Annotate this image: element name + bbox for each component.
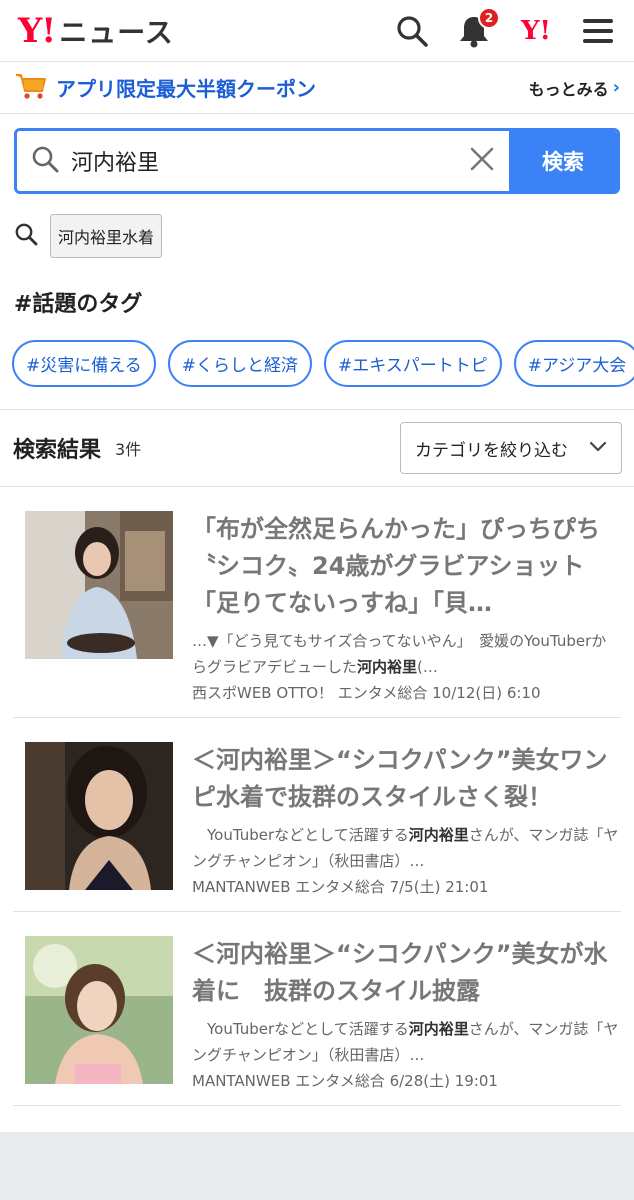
- search-box: 検索: [14, 128, 620, 194]
- article-item[interactable]: ＜河内裕里＞“シコクパンク”美女ワンピ水着で抜群のスタイルさく裂！ YouTub…: [13, 718, 621, 912]
- snippet-text: YouTuberなどとして活躍する: [192, 1020, 409, 1038]
- tag-chip[interactable]: #災害に備える: [12, 340, 156, 387]
- trending-tags-row: #災害に備える #くらしと経済 #エキスパートトピ #アジア大会: [0, 318, 634, 387]
- category-filter-dropdown[interactable]: カテゴリを絞り込む: [400, 422, 622, 474]
- snippet-text: (…: [417, 658, 438, 676]
- chevron-right-icon: ›: [612, 77, 620, 98]
- snippet-highlight: 河内裕里: [357, 658, 418, 676]
- search-button[interactable]: 検索: [509, 131, 617, 191]
- coupon-promo-bar[interactable]: アプリ限定最大半額クーポン もっとみる ›: [0, 62, 634, 114]
- article-title[interactable]: ＜河内裕里＞“シコクパンク”美女が水着に 抜群のスタイル披露: [192, 936, 621, 1010]
- notification-badge: 2: [478, 6, 500, 29]
- article-meta: 西スポWEB OTTO！ エンタメ総合 10/12(日) 6:10: [192, 684, 541, 702]
- clear-icon[interactable]: [469, 146, 495, 176]
- app-header: Y! ニュース 2 Y!: [0, 0, 634, 62]
- tag-chip[interactable]: #くらしと経済: [167, 340, 312, 387]
- yahoo-account-icon[interactable]: Y!: [518, 13, 554, 49]
- article-title[interactable]: 「布が全然足らんかった」ぴっちぴち〝シコク〟24歳がグラビアショット「足りてない…: [192, 511, 621, 622]
- suggestion-search-icon: [14, 222, 38, 250]
- article-thumbnail[interactable]: [25, 511, 173, 659]
- article-list: 「布が全然足らんかった」ぴっちぴち〝シコク〟24歳がグラビアショット「足りてない…: [0, 487, 634, 1106]
- article-snippet: YouTuberなどとして活躍する河内裕里さんが、マンガ誌「ヤングチャンピオン」…: [192, 1016, 621, 1068]
- hamburger-menu-icon[interactable]: [580, 13, 616, 49]
- results-heading: 検索結果: [13, 438, 102, 463]
- search-icon[interactable]: [394, 13, 430, 49]
- search-input[interactable]: [71, 148, 469, 174]
- snippet-text: YouTuberなどとして活躍する: [192, 826, 409, 844]
- article-meta: MANTANWEB エンタメ総合 7/5(土) 21:01: [192, 878, 489, 896]
- logo-text: ニュース: [59, 15, 174, 49]
- yahoo-news-logo[interactable]: Y! ニュース: [18, 11, 174, 51]
- snippet-highlight: 河内裕里: [408, 1020, 469, 1038]
- promo-more-link[interactable]: もっとみる ›: [529, 76, 620, 100]
- results-count: 3件: [115, 440, 142, 459]
- yahoo-small-logo: Y!: [521, 15, 551, 46]
- promo-text: アプリ限定最大半額クーポン: [56, 77, 316, 101]
- shopping-cart-icon: [14, 71, 48, 105]
- article-item[interactable]: ＜河内裕里＞“シコクパンク”美女が水着に 抜群のスタイル披露 YouTuberな…: [13, 912, 621, 1106]
- article-item[interactable]: 「布が全然足らんかった」ぴっちぴち〝シコク〟24歳がグラビアショット「足りてない…: [13, 487, 621, 718]
- tag-chip[interactable]: #アジア大会: [513, 340, 634, 387]
- footer-area: [0, 1132, 634, 1200]
- search-suggestion-chip[interactable]: 河内裕里水着: [50, 214, 163, 258]
- article-meta: MANTANWEB エンタメ総合 6/28(土) 19:01: [192, 1072, 498, 1090]
- promo-more-label: もっとみる: [528, 79, 609, 99]
- article-thumbnail[interactable]: [25, 742, 173, 890]
- search-field-icon: [31, 145, 59, 177]
- trending-tags-heading: #話題のタグ: [14, 292, 143, 317]
- notification-bell-icon[interactable]: 2: [456, 6, 500, 49]
- article-title[interactable]: ＜河内裕里＞“シコクパンク”美女ワンピ水着で抜群のスタイルさく裂！: [192, 742, 621, 816]
- yahoo-logo-mark: Y!: [18, 10, 56, 51]
- article-snippet: YouTuberなどとして活躍する河内裕里さんが、マンガ誌「ヤングチャンピオン」…: [192, 822, 621, 874]
- category-filter-label: カテゴリを絞り込む: [415, 440, 568, 461]
- article-thumbnail[interactable]: [25, 936, 173, 1084]
- chevron-down-icon: [589, 438, 607, 458]
- snippet-highlight: 河内裕里: [408, 826, 469, 844]
- article-snippet: …▼「どう見てもサイズ合ってないやん」 愛媛のYouTuberからグラビアデビュ…: [192, 628, 621, 680]
- tag-chip[interactable]: #エキスパートトピ: [323, 340, 502, 387]
